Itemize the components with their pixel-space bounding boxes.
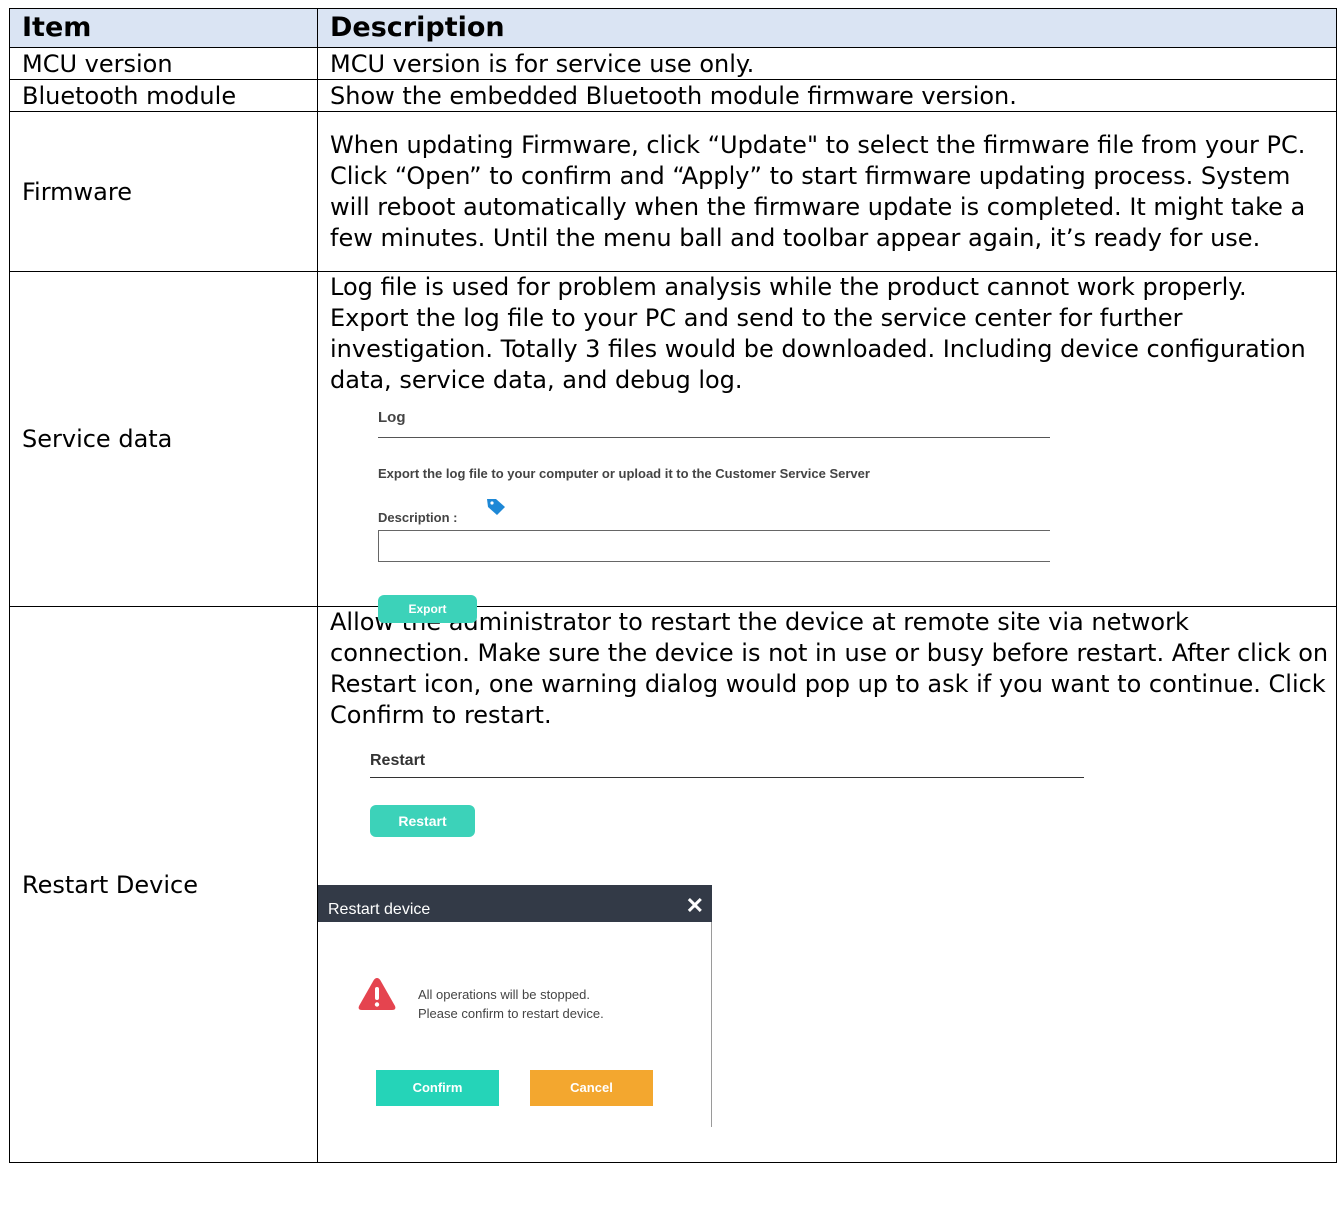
- cancel-button[interactable]: Cancel: [530, 1070, 653, 1106]
- dialog-header: Restart device ✕: [318, 885, 712, 922]
- table-header-row: Item Description: [9, 8, 1337, 48]
- row-desc-mcu: MCU version is for service use only.: [317, 47, 1337, 80]
- table-row: Restart Device Allow the administrator t…: [9, 606, 1337, 1163]
- restart-device-text: Allow the administrator to restart the d…: [330, 608, 1329, 729]
- table-row: Bluetooth module Show the embedded Bluet…: [9, 79, 1337, 112]
- row-item-mcu: MCU version: [9, 47, 318, 80]
- dialog-message-line2: Please confirm to restart device.: [418, 1006, 604, 1021]
- table-row: Firmware When updating Firmware, click “…: [9, 111, 1337, 272]
- row-item-service-data: Service data: [9, 271, 318, 607]
- row-item-restart-device: Restart Device: [9, 606, 318, 1163]
- table-row: Service data Log file is used for proble…: [9, 271, 1337, 623]
- description-label: Description :: [378, 510, 458, 525]
- description-input[interactable]: [378, 530, 1050, 562]
- confirm-button[interactable]: Confirm: [376, 1070, 499, 1106]
- export-button[interactable]: Export: [378, 595, 477, 623]
- header-description-label: Description: [330, 12, 505, 43]
- row-desc-firmware: When updating Firmware, click “Update" t…: [317, 111, 1337, 272]
- row-item-firmware: Firmware: [9, 111, 318, 272]
- row-desc-restart-device: Allow the administrator to restart the d…: [317, 606, 1337, 1163]
- tag-icon: [487, 499, 505, 515]
- header-description: Description: [317, 8, 1337, 48]
- restart-button[interactable]: Restart: [370, 805, 475, 837]
- row-desc-service-data: Log file is used for problem analysis wh…: [317, 271, 1337, 623]
- header-item-label: Item: [22, 12, 92, 43]
- restart-title: Restart: [370, 752, 426, 769]
- log-title: Log: [378, 409, 406, 426]
- row-desc-bluetooth: Show the embedded Bluetooth module firmw…: [317, 79, 1337, 112]
- row-item-bluetooth: Bluetooth module: [9, 79, 318, 112]
- restart-panel: Restart Restart Restart device ✕ All ope…: [318, 745, 1218, 1135]
- settings-description-table: Item Description MCU version MCU version…: [9, 8, 1337, 1163]
- close-icon[interactable]: ✕: [686, 890, 704, 921]
- dialog-title: Restart device: [328, 901, 431, 918]
- divider: [378, 437, 1050, 438]
- warning-icon: [358, 978, 396, 1010]
- restart-dialog: Restart device ✕ All operations will be …: [318, 885, 712, 1129]
- log-panel: Log Export the log file to your computer…: [378, 402, 1078, 623]
- divider: [370, 777, 1084, 778]
- table-row: MCU version MCU version is for service u…: [9, 47, 1337, 80]
- header-item: Item: [9, 8, 318, 48]
- dialog-border: [711, 922, 712, 1127]
- service-data-text: Log file is used for problem analysis wh…: [330, 273, 1306, 394]
- log-instructions: Export the log file to your computer or …: [378, 466, 870, 481]
